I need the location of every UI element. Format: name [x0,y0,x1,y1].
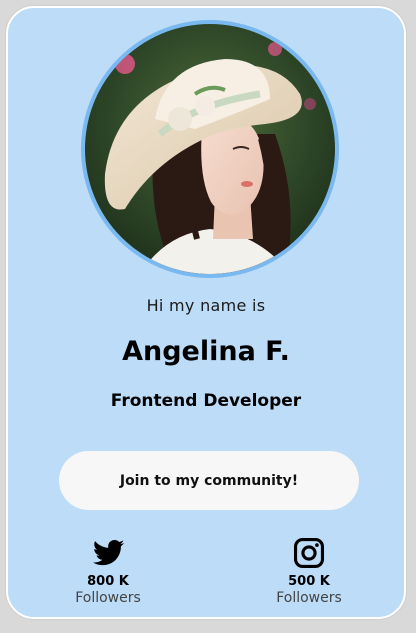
twitter-follower-label: Followers [75,590,141,606]
twitter-stat[interactable]: 800 K Followers [48,536,168,606]
greeting-text: Hi my name is [146,296,266,315]
instagram-follower-count: 500 K [288,574,330,589]
profile-card: Hi my name is Angelina F. Frontend Devel… [6,6,406,619]
profile-name: Angelina F. [122,336,290,367]
twitter-icon[interactable] [91,536,125,570]
twitter-follower-count: 800 K [87,574,129,589]
instagram-icon[interactable] [292,536,326,570]
instagram-follower-label: Followers [276,590,342,606]
profile-role: Frontend Developer [110,391,302,411]
join-community-button[interactable]: Join to my community! [59,451,359,510]
avatar[interactable] [85,24,335,274]
avatar-ring [81,20,339,278]
instagram-stat[interactable]: 500 K Followers [249,536,369,606]
avatar-photo [85,24,335,274]
